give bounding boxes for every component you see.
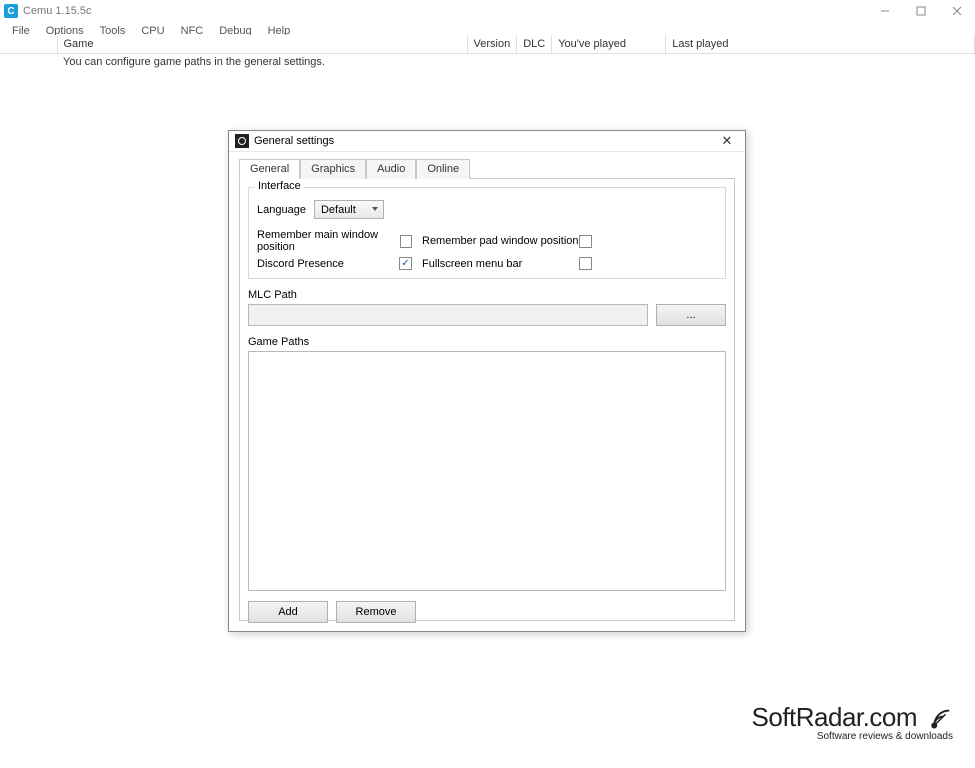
radar-icon: [923, 703, 953, 733]
col-dlc[interactable]: DLC: [517, 35, 552, 53]
close-button[interactable]: [939, 0, 975, 22]
discord-label: Discord Presence: [257, 258, 344, 270]
mlc-label: MLC Path: [248, 289, 726, 301]
watermark-brand: SoftRadar.com: [752, 702, 917, 733]
dialog-close-button[interactable]: ✕: [715, 133, 739, 149]
discord-checkbox[interactable]: ✓: [399, 257, 412, 270]
tab-general[interactable]: General: [239, 159, 300, 179]
language-select[interactable]: Default: [314, 200, 384, 219]
mlc-browse-button[interactable]: ...: [656, 304, 726, 326]
tabstrip: General Graphics Audio Online: [239, 158, 735, 179]
tab-content: Interface Language Default Remember main…: [239, 179, 735, 621]
remove-button[interactable]: Remove: [336, 601, 416, 623]
col-played[interactable]: You've played: [552, 35, 666, 53]
col-blank[interactable]: [0, 35, 57, 53]
remember-main-label: Remember main window position: [257, 229, 400, 253]
col-version[interactable]: Version: [467, 35, 517, 53]
minimize-button[interactable]: [867, 0, 903, 22]
window-titlebar: C Cemu 1.15.5c: [0, 0, 975, 22]
window-title: Cemu 1.15.5c: [23, 5, 91, 17]
tab-graphics[interactable]: Graphics: [300, 159, 366, 179]
gamepaths-list[interactable]: [248, 351, 726, 591]
fullscreen-label: Fullscreen menu bar: [422, 258, 522, 270]
gear-icon: [235, 134, 249, 148]
remember-main-checkbox[interactable]: [400, 235, 412, 248]
col-game[interactable]: Game: [57, 35, 467, 53]
maximize-button[interactable]: [903, 0, 939, 22]
gamepaths-label: Game Paths: [248, 336, 726, 348]
language-value: Default: [321, 204, 356, 216]
interface-label: Interface: [255, 180, 304, 192]
add-button[interactable]: Add: [248, 601, 328, 623]
mlc-path-input[interactable]: [248, 304, 648, 326]
game-list-table: Game Version DLC You've played Last play…: [0, 35, 975, 70]
app-icon: C: [4, 4, 18, 18]
dialog-titlebar[interactable]: General settings ✕: [229, 131, 745, 152]
remember-pad-checkbox[interactable]: [579, 235, 592, 248]
language-label: Language: [257, 204, 306, 216]
tab-online[interactable]: Online: [416, 159, 470, 179]
dialog-title: General settings: [254, 135, 334, 147]
config-hint: You can configure game paths in the gene…: [57, 53, 975, 70]
col-last[interactable]: Last played: [666, 35, 975, 53]
tab-audio[interactable]: Audio: [366, 159, 416, 179]
settings-dialog: General settings ✕ General Graphics Audi…: [228, 130, 746, 632]
interface-group: Interface Language Default Remember main…: [248, 187, 726, 279]
remember-pad-label: Remember pad window position: [422, 235, 579, 247]
watermark: SoftRadar.com Software reviews & downloa…: [752, 702, 953, 742]
fullscreen-checkbox[interactable]: [579, 257, 592, 270]
